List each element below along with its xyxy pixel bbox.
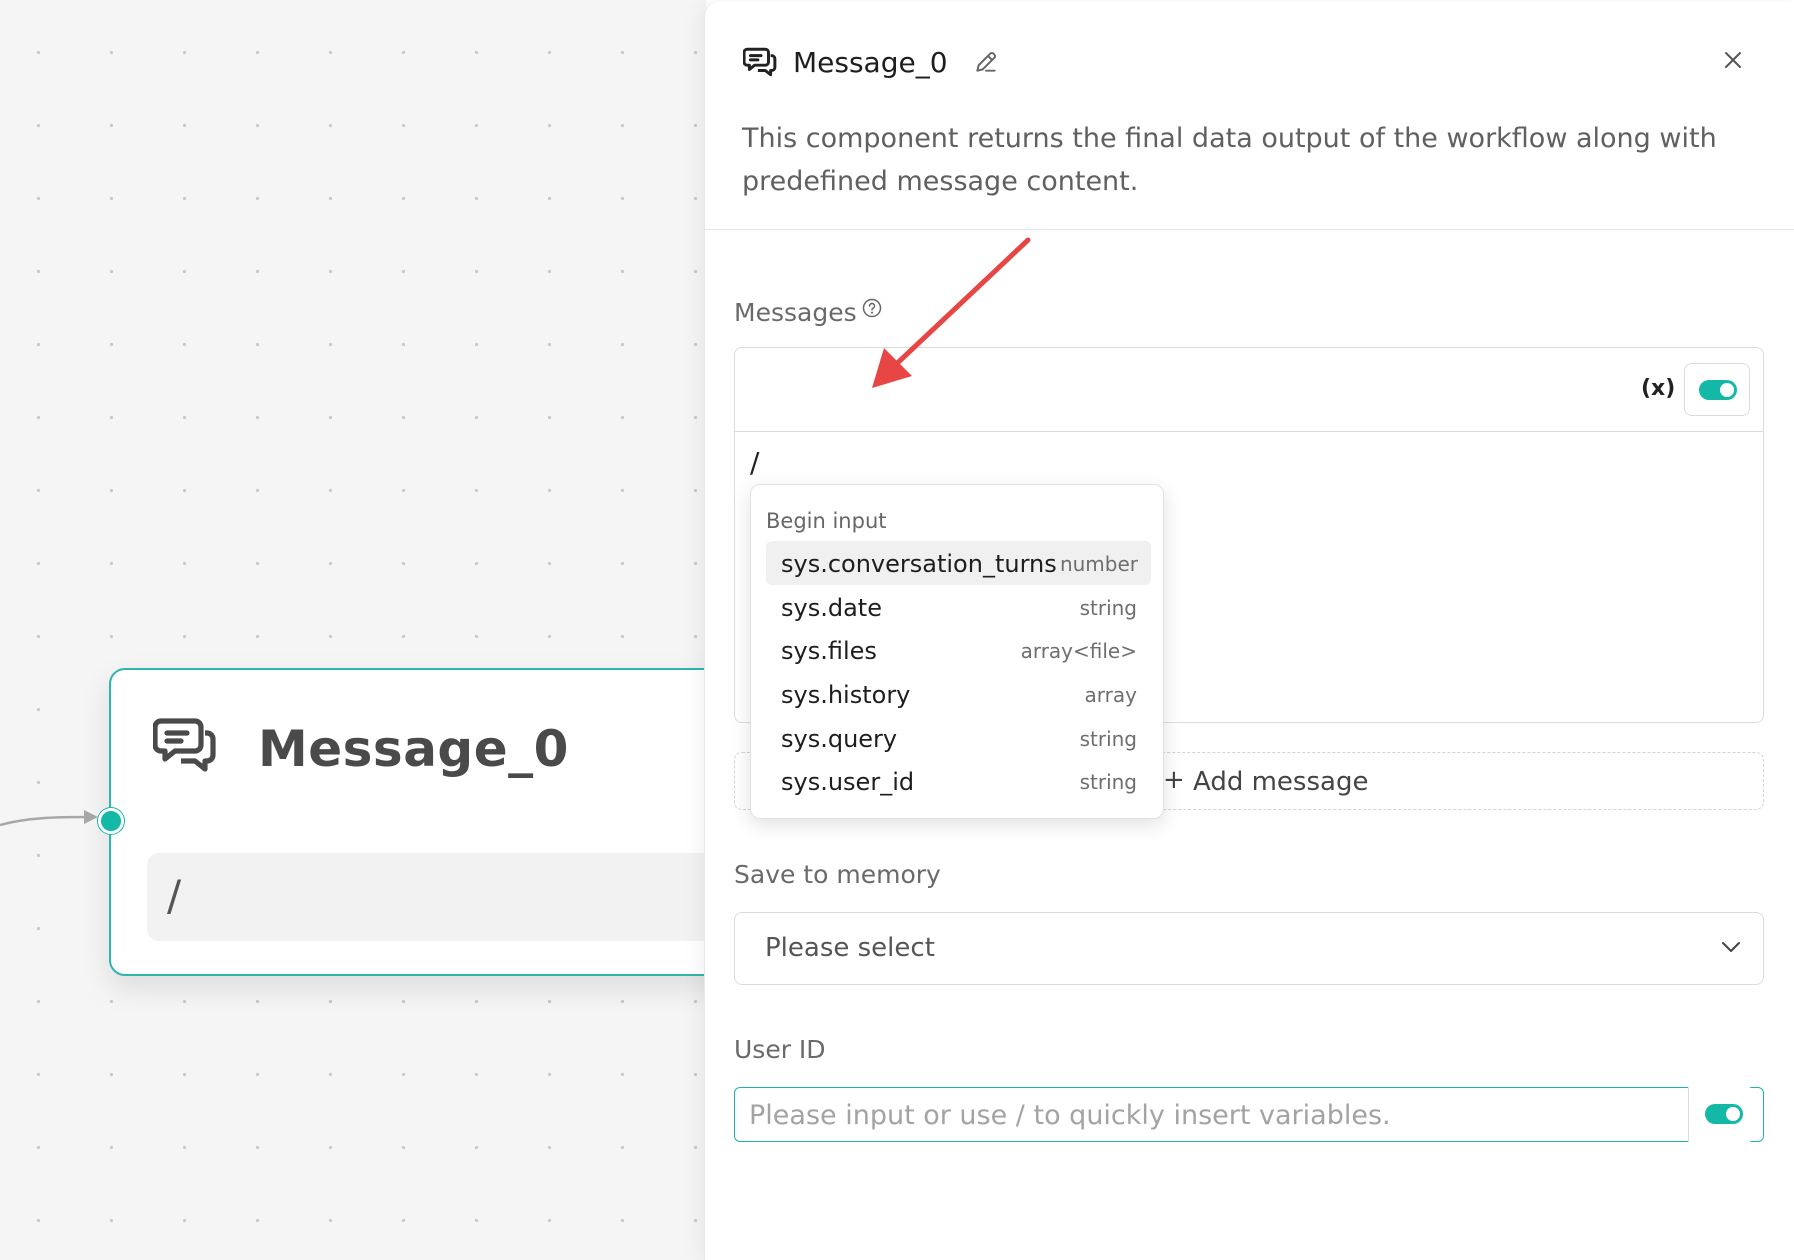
user-id-label: User ID: [734, 1035, 826, 1064]
chat-bubbles-icon: [742, 46, 777, 82]
variable-option[interactable]: sys.files array<file>: [766, 628, 1151, 672]
variable-suggestion-popover: Begin input sys.conversation_turns numbe…: [750, 484, 1164, 819]
user-id-toggle[interactable]: [1705, 1104, 1743, 1124]
add-message-label: Add message: [1193, 767, 1369, 797]
variable-option[interactable]: sys.conversation_turns number: [766, 541, 1151, 585]
save-to-memory-label: Save to memory: [734, 860, 941, 889]
node-message-preview: /: [147, 853, 747, 941]
message-node[interactable]: Message_0 /: [98, 668, 749, 976]
message-toggle[interactable]: [1699, 380, 1737, 400]
user-id-field-container: [734, 1087, 1764, 1142]
plus-icon: +: [1163, 765, 1185, 795]
variable-option-name: sys.user_id: [781, 768, 915, 796]
variable-option-type: string: [1079, 770, 1137, 794]
node-input-handle[interactable]: [98, 808, 124, 834]
user-id-input[interactable]: [749, 1096, 1689, 1134]
variable-option[interactable]: sys.query string: [766, 716, 1151, 760]
variable-option-type: number: [1059, 552, 1138, 576]
variable-option-name: sys.conversation_turns: [781, 550, 1057, 578]
variable-option-name: sys.date: [781, 594, 882, 622]
save-to-memory-value: Please select: [765, 933, 935, 963]
variable-option-type: array: [1084, 683, 1137, 707]
variable-option-name: sys.query: [781, 725, 898, 753]
chat-bubbles-icon: [152, 715, 217, 779]
drawer-title: Message_0: [793, 46, 948, 79]
user-id-toggle-container[interactable]: [1688, 1087, 1754, 1142]
variable-option[interactable]: sys.history array: [766, 672, 1151, 716]
workflow-canvas[interactable]: Message_0 /: [0, 0, 749, 1260]
drawer-header: Message_0 This component returns the fin…: [705, 2, 1794, 230]
incoming-edge: [0, 810, 98, 827]
messages-label: Messages: [734, 298, 857, 327]
variable-option-type: string: [1079, 727, 1137, 751]
chevron-down-icon: [1720, 939, 1742, 958]
node-title: Message_0: [258, 720, 569, 778]
close-icon[interactable]: [1723, 50, 1743, 74]
popover-group-label: Begin input: [766, 509, 887, 533]
save-to-memory-select[interactable]: Please select: [734, 912, 1764, 985]
variable-option-type: string: [1079, 596, 1137, 620]
pencil-icon[interactable]: [973, 49, 999, 79]
variable-option-name: sys.files: [781, 637, 877, 665]
variable-icon[interactable]: (x): [1641, 376, 1675, 401]
message-toggle-container[interactable]: [1684, 363, 1750, 416]
annotation-arrow: [872, 237, 1031, 388]
variable-option-name: sys.history: [781, 681, 911, 709]
message-text[interactable]: /: [750, 446, 759, 479]
variable-option[interactable]: sys.date string: [766, 585, 1151, 629]
variable-option[interactable]: sys.user_id string: [766, 759, 1151, 803]
drawer-description: This component returns the final data ou…: [742, 123, 1717, 197]
variable-option-type: array<file>: [1020, 639, 1137, 663]
